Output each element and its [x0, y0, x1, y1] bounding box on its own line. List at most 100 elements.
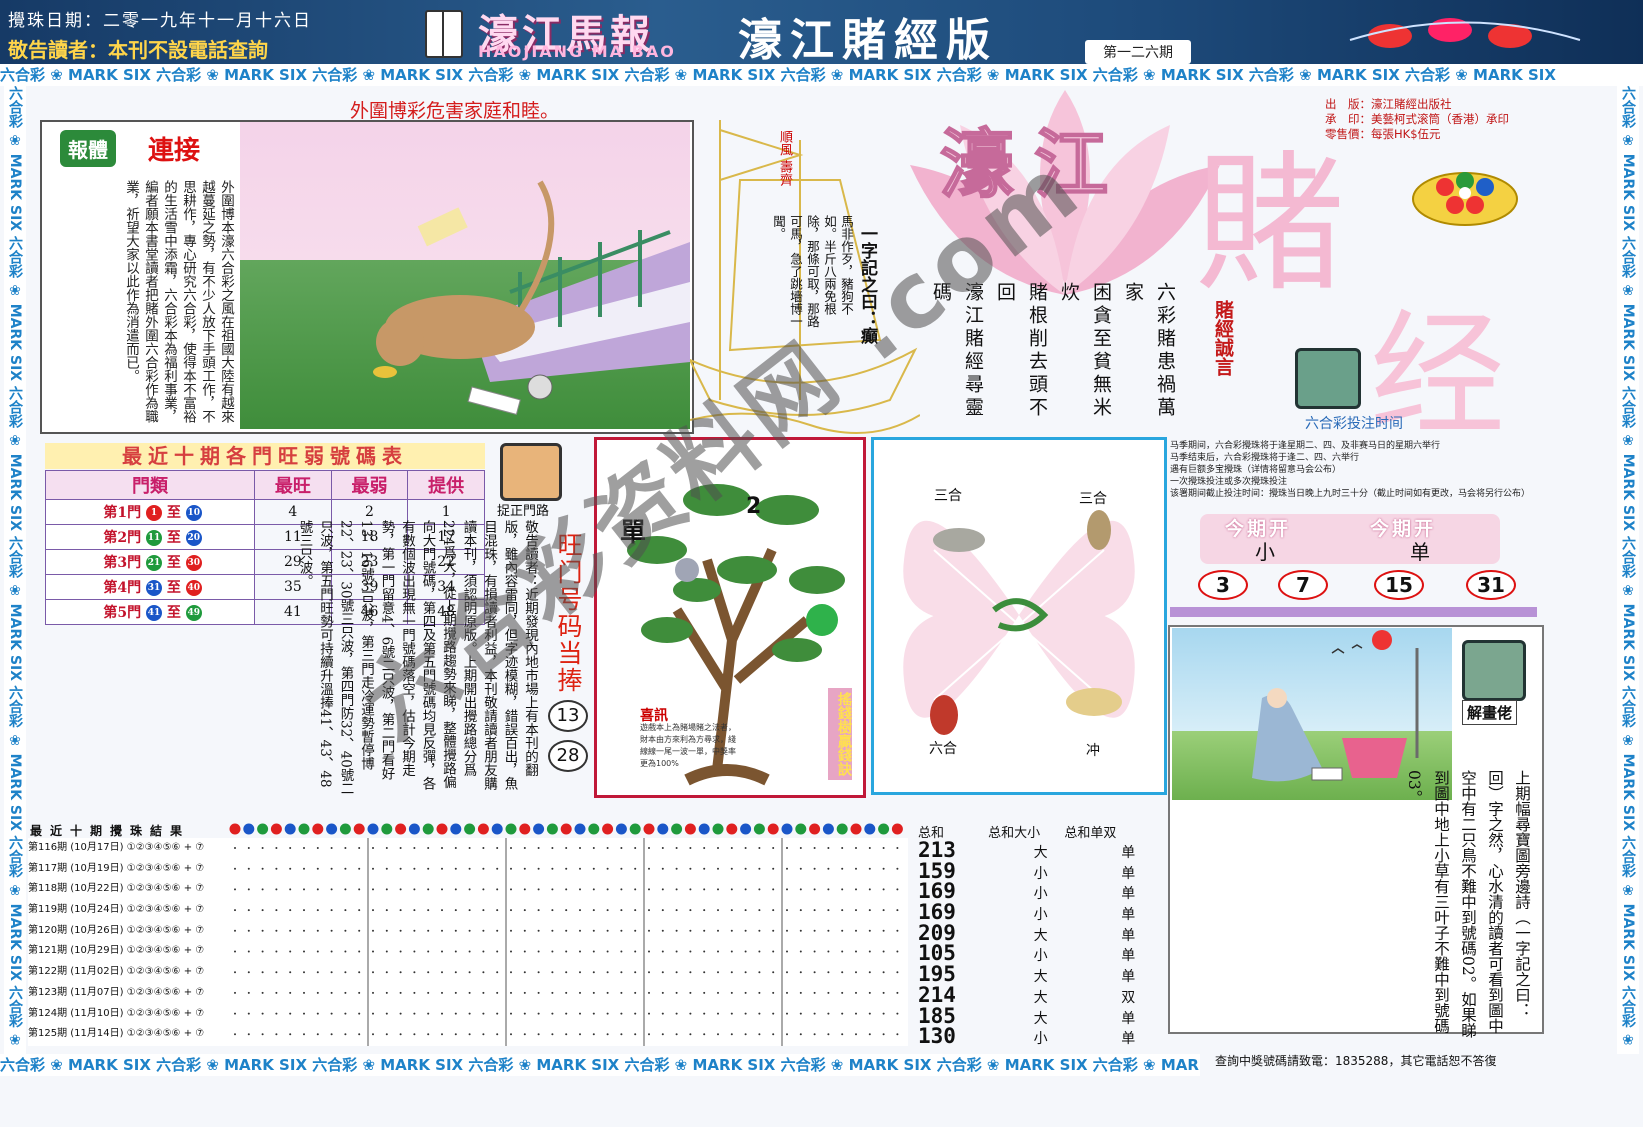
- grid-dot: [261, 1033, 264, 1036]
- result-row: 第124期 (11月10日) ①②③④⑤⑥ + ⑦: [28, 1004, 228, 1025]
- col-header: 提供: [407, 470, 485, 500]
- grid-dot: [316, 971, 319, 974]
- grid-dot: [606, 888, 609, 891]
- grid-dot: [261, 1012, 264, 1015]
- grid-dot: [717, 971, 719, 974]
- grid-dot: [882, 888, 885, 891]
- grid-dot: [441, 847, 443, 849]
- grid-dot: [441, 929, 443, 932]
- number-ball-icon: [450, 823, 462, 835]
- grid-dot: [537, 867, 540, 870]
- results-dot-grid: [234, 838, 899, 1046]
- grid-dot: [868, 1033, 871, 1036]
- grid-dot: [827, 867, 830, 870]
- issue-date: (11月07日): [70, 986, 124, 998]
- grid-dot: [648, 909, 650, 912]
- grid-dot: [799, 867, 802, 870]
- grid-dot: [717, 867, 719, 870]
- grid-dot: [565, 847, 568, 849]
- issue-date: (11月14日): [70, 1028, 124, 1040]
- grid-dot: [523, 950, 526, 953]
- grid-dot: [358, 847, 361, 849]
- grid-dot: [717, 909, 719, 912]
- grid-dot: [275, 1033, 278, 1036]
- number-ball-icon: [629, 823, 641, 835]
- grid-dot: [330, 971, 333, 974]
- grid-dot: [592, 847, 595, 849]
- grid-dot: [744, 929, 747, 932]
- grid-dot: [827, 950, 830, 953]
- grid-dot: [717, 991, 719, 994]
- size-header: 总和大小: [988, 826, 1041, 841]
- grid-dot: [579, 1012, 581, 1015]
- grid-dot: [510, 867, 512, 870]
- number-ball-icon: [422, 823, 434, 835]
- grid-dot: [565, 888, 568, 891]
- grid-dot: [413, 929, 416, 932]
- number-ball-icon: [712, 823, 724, 835]
- writing-hand-icon: [1462, 640, 1526, 701]
- grid-dot: [827, 991, 830, 994]
- issue-number: 第一二六期: [1085, 40, 1191, 64]
- tree-note: 遊戲本上為賭場賭之法者，財本由方來利為方尋求，綫線線一尾一波一單，中獎率更為10…: [640, 723, 736, 768]
- zodiac-label: 三合: [934, 488, 962, 504]
- grid-dot: [551, 1012, 554, 1015]
- grid-dot: [247, 888, 250, 891]
- grid-dot: [537, 1012, 540, 1015]
- edition-title: 濠江賭經版: [738, 15, 998, 66]
- reader-notice: 敬告讀者：本刊不設電話查詢: [8, 38, 268, 62]
- grid-dot: [841, 1033, 844, 1036]
- grid-dot: [882, 991, 885, 994]
- number-ball-icon: [602, 823, 614, 835]
- grid-dot: [730, 929, 733, 932]
- grid-dot: [316, 847, 319, 849]
- grid-dot: [634, 991, 637, 994]
- grid-dot: [579, 991, 581, 994]
- number-ball-icon: [740, 823, 752, 835]
- grid-dot: [482, 867, 485, 870]
- sum-value: 105: [918, 941, 956, 966]
- grid-dot: [344, 847, 347, 849]
- grid-dot: [661, 950, 664, 953]
- number-ball-icon: [574, 823, 586, 835]
- grid-dot: [330, 909, 333, 912]
- grid-dot: [606, 909, 609, 912]
- grid-dot: [758, 950, 761, 953]
- grid-dot: [606, 1033, 609, 1036]
- size-value: 小: [1033, 1031, 1048, 1048]
- grid-dot: [786, 950, 788, 953]
- sum-columns: 213 大 单 159 小 单 169 小 单 169 小 单 209 大 单 105 小…: [918, 840, 1168, 1048]
- grid-dot: [661, 1012, 664, 1015]
- number-ball-icon: [284, 823, 296, 835]
- grid-dot: [289, 929, 292, 932]
- monkey-illustration: [240, 122, 690, 429]
- sum-value: 195: [918, 962, 956, 987]
- grid-dot: [620, 950, 623, 953]
- grid-dot: [579, 950, 581, 953]
- grid-dot: [717, 1012, 719, 1015]
- grid-dot: [275, 888, 278, 891]
- grid-dot: [468, 909, 471, 912]
- grid-dot: [510, 909, 512, 912]
- grid-dot: [358, 929, 361, 932]
- grid-dot: [399, 909, 402, 912]
- grid-dot: [385, 909, 388, 912]
- grid-dot: [427, 1033, 430, 1036]
- number-ball-icon: [671, 823, 683, 835]
- number-ball-icon: [698, 823, 710, 835]
- grid-dot: [730, 1012, 733, 1015]
- mark-six-band-bottom: 六合彩 ❀ MARK SIX 六合彩 ❀ MARK SIX 六合彩 ❀ MARK…: [0, 1054, 1200, 1076]
- grid-dot: [399, 950, 402, 953]
- grid-dot: [496, 888, 499, 891]
- grid-dot: [606, 950, 609, 953]
- grid-dot: [786, 888, 788, 891]
- grid-dot: [717, 929, 719, 932]
- number-ball-icon: [767, 823, 779, 835]
- zodiac-clover-icon: [903, 510, 1135, 735]
- grid-dot: [303, 847, 305, 849]
- grid-dot: [565, 971, 568, 974]
- number-ball-icon: [809, 823, 821, 835]
- grid-dot: [689, 888, 692, 891]
- grid-dot: [744, 847, 747, 849]
- grid-dot: [813, 991, 816, 994]
